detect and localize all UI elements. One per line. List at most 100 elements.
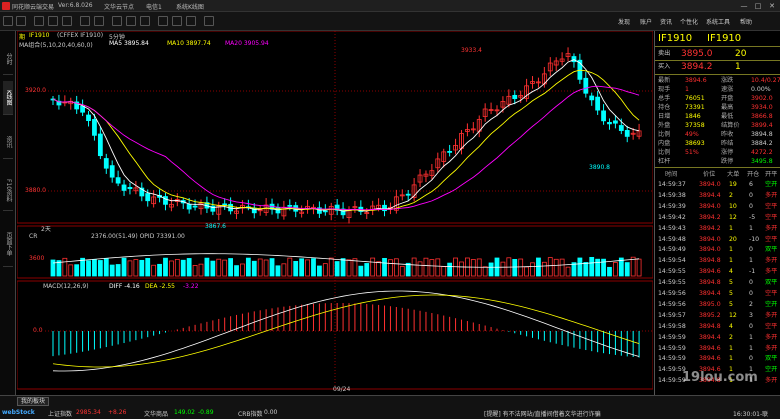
candle-body	[103, 158, 109, 169]
quote-code: IF1910	[658, 33, 693, 44]
tick-row: 14:59:49 3894.0 1 0 双平	[655, 245, 780, 254]
period-icon[interactable]	[172, 16, 182, 26]
volume-bar	[180, 259, 186, 277]
title-tab-line[interactable]: 电信1	[146, 2, 162, 11]
title-tab-kline[interactable]: 系统K线图	[176, 2, 204, 11]
volume-bars	[50, 253, 642, 277]
candle-body	[583, 77, 589, 94]
indicator-icon[interactable]	[158, 16, 168, 26]
minimize-button[interactable]: —	[738, 1, 750, 11]
tick-price: 3894.4	[699, 290, 721, 297]
left-cap-label: 2天	[41, 226, 51, 233]
menu-personalize[interactable]: 个性化	[680, 17, 698, 26]
tick-open: 0	[749, 290, 753, 297]
close-button[interactable]: ✕	[766, 1, 778, 11]
toolbar: 发现 账户 资讯 个性化 系统工具 帮助	[0, 12, 780, 31]
status-bar: 我的板块 webStock 上证指数 2985.34 +8.26 文华商品 14…	[0, 395, 780, 419]
index1-name[interactable]: 上证指数	[48, 409, 72, 418]
list-icon[interactable]	[62, 16, 72, 26]
alert-icon[interactable]	[94, 16, 104, 26]
maximize-button[interactable]: □	[752, 1, 764, 11]
volume-bar	[482, 266, 488, 277]
settings-icon[interactable]	[186, 16, 196, 26]
tick-price: 3895.0	[699, 300, 721, 308]
index2-change: -0.89	[198, 409, 214, 416]
stat-value: 10.4/0.27%	[751, 77, 780, 84]
forward-icon[interactable]	[16, 16, 26, 26]
tick-time: 14:59:56	[658, 290, 686, 297]
stat-value: 38693	[685, 140, 705, 147]
my-sector-tab[interactable]: 我的板块	[17, 397, 50, 406]
volume-bar	[530, 262, 535, 277]
quote-stat-row: 比例 49% 昨收 3894.8	[655, 130, 780, 139]
volume-bar	[92, 259, 97, 277]
tab-news[interactable]: 资讯	[3, 125, 13, 159]
quote-name: IF1910	[707, 33, 742, 44]
stat-label: 日增	[658, 113, 671, 120]
quote-stat-row: 总手 76051 开盘 3902.0	[655, 94, 780, 103]
sell-row[interactable]: 卖出 3895.0 20	[655, 48, 780, 60]
tick-price: 3894.0	[699, 235, 721, 243]
volume-bar	[127, 260, 133, 277]
brand-logo: webStock	[2, 409, 35, 416]
tab-order[interactable]: 页面下单	[3, 221, 13, 267]
macd-label: MACD(12,26,9)	[43, 283, 89, 290]
menu-help[interactable]: 帮助	[740, 17, 752, 26]
volume-bar	[316, 265, 322, 277]
kline-chart[interactable]: 期 IF1910 (CFFEX IF1910) 5分钟 MA组合(5,10,20…	[17, 31, 653, 395]
refresh-icon[interactable]	[204, 16, 214, 26]
tick-row: 14:59:55 3894.6 4 -1 多平	[655, 267, 780, 276]
candle-body	[145, 193, 151, 202]
buy-label: 买入	[658, 63, 671, 70]
tick-row: 14:59:56 3895.0 5 2 空开	[655, 300, 780, 309]
zoom-out-icon[interactable]	[140, 16, 150, 26]
stat-value: 49%	[685, 131, 699, 138]
chart-canvas[interactable]	[17, 31, 653, 395]
tab-f10[interactable]: F10资料	[3, 171, 13, 211]
volume-bar	[583, 262, 589, 277]
order-icon[interactable]	[80, 16, 90, 26]
volume-bar	[559, 258, 565, 277]
draw-icon[interactable]	[112, 16, 122, 26]
home-icon[interactable]	[34, 16, 44, 26]
tick-type: 空开	[765, 366, 778, 374]
menu-discover[interactable]: 发现	[618, 17, 630, 26]
menu-tools[interactable]: 系统工具	[706, 17, 730, 26]
tick-row: 14:59:59 3894.4 2 1 多开	[655, 333, 780, 342]
volume-bar	[607, 266, 612, 277]
menu-news[interactable]: 资讯	[660, 17, 672, 26]
volume-bar	[382, 257, 387, 277]
tick-time: 14:59:54	[658, 257, 686, 265]
volume-bar	[245, 257, 251, 277]
menu-account[interactable]: 账户	[640, 17, 652, 26]
stat-label: 涨停	[721, 149, 734, 156]
tick-type: 多开	[765, 344, 778, 352]
back-icon[interactable]	[3, 16, 13, 26]
stat-label: 外盘	[658, 122, 671, 129]
tick-row: 14:59:55 3894.8 5 0 双平	[655, 278, 780, 287]
tick-price: 3894.6	[699, 355, 721, 363]
tab-timeshare[interactable]: 分时	[3, 43, 13, 75]
tick-size: 4	[729, 322, 733, 330]
y-axis-3880: 3880.0	[25, 187, 46, 194]
title-tab-server[interactable]: 文华云节点	[104, 2, 134, 11]
zoom-in-icon[interactable]	[126, 16, 136, 26]
tab-kline[interactable]: K线图	[3, 81, 13, 115]
volume-bar	[577, 257, 583, 277]
stat-value: 3902.0	[751, 95, 773, 102]
candle-body	[595, 96, 601, 111]
news-ticker[interactable]: [提醒] 有不法网站/直播间借着文华进行诈骗	[484, 409, 601, 418]
tick-open: 1	[749, 333, 753, 341]
tick-row: 14:59:59 3894.6 1 0 双平	[655, 354, 780, 363]
chart-icon[interactable]	[48, 16, 58, 26]
index3-name[interactable]: CRB指数	[238, 409, 262, 418]
quote-stat-row: 比例 51% 涨停 4272.2	[655, 148, 780, 157]
tick-open: 0	[749, 202, 753, 210]
tick-type: 双平	[765, 246, 778, 254]
volume-bar	[541, 261, 547, 277]
volume-bar	[547, 257, 553, 277]
candle-body	[86, 114, 91, 122]
index2-name[interactable]: 文华商品	[144, 409, 168, 418]
tick-time: 14:59:38	[658, 191, 686, 199]
buy-row[interactable]: 买入 3894.2 1	[655, 61, 780, 73]
